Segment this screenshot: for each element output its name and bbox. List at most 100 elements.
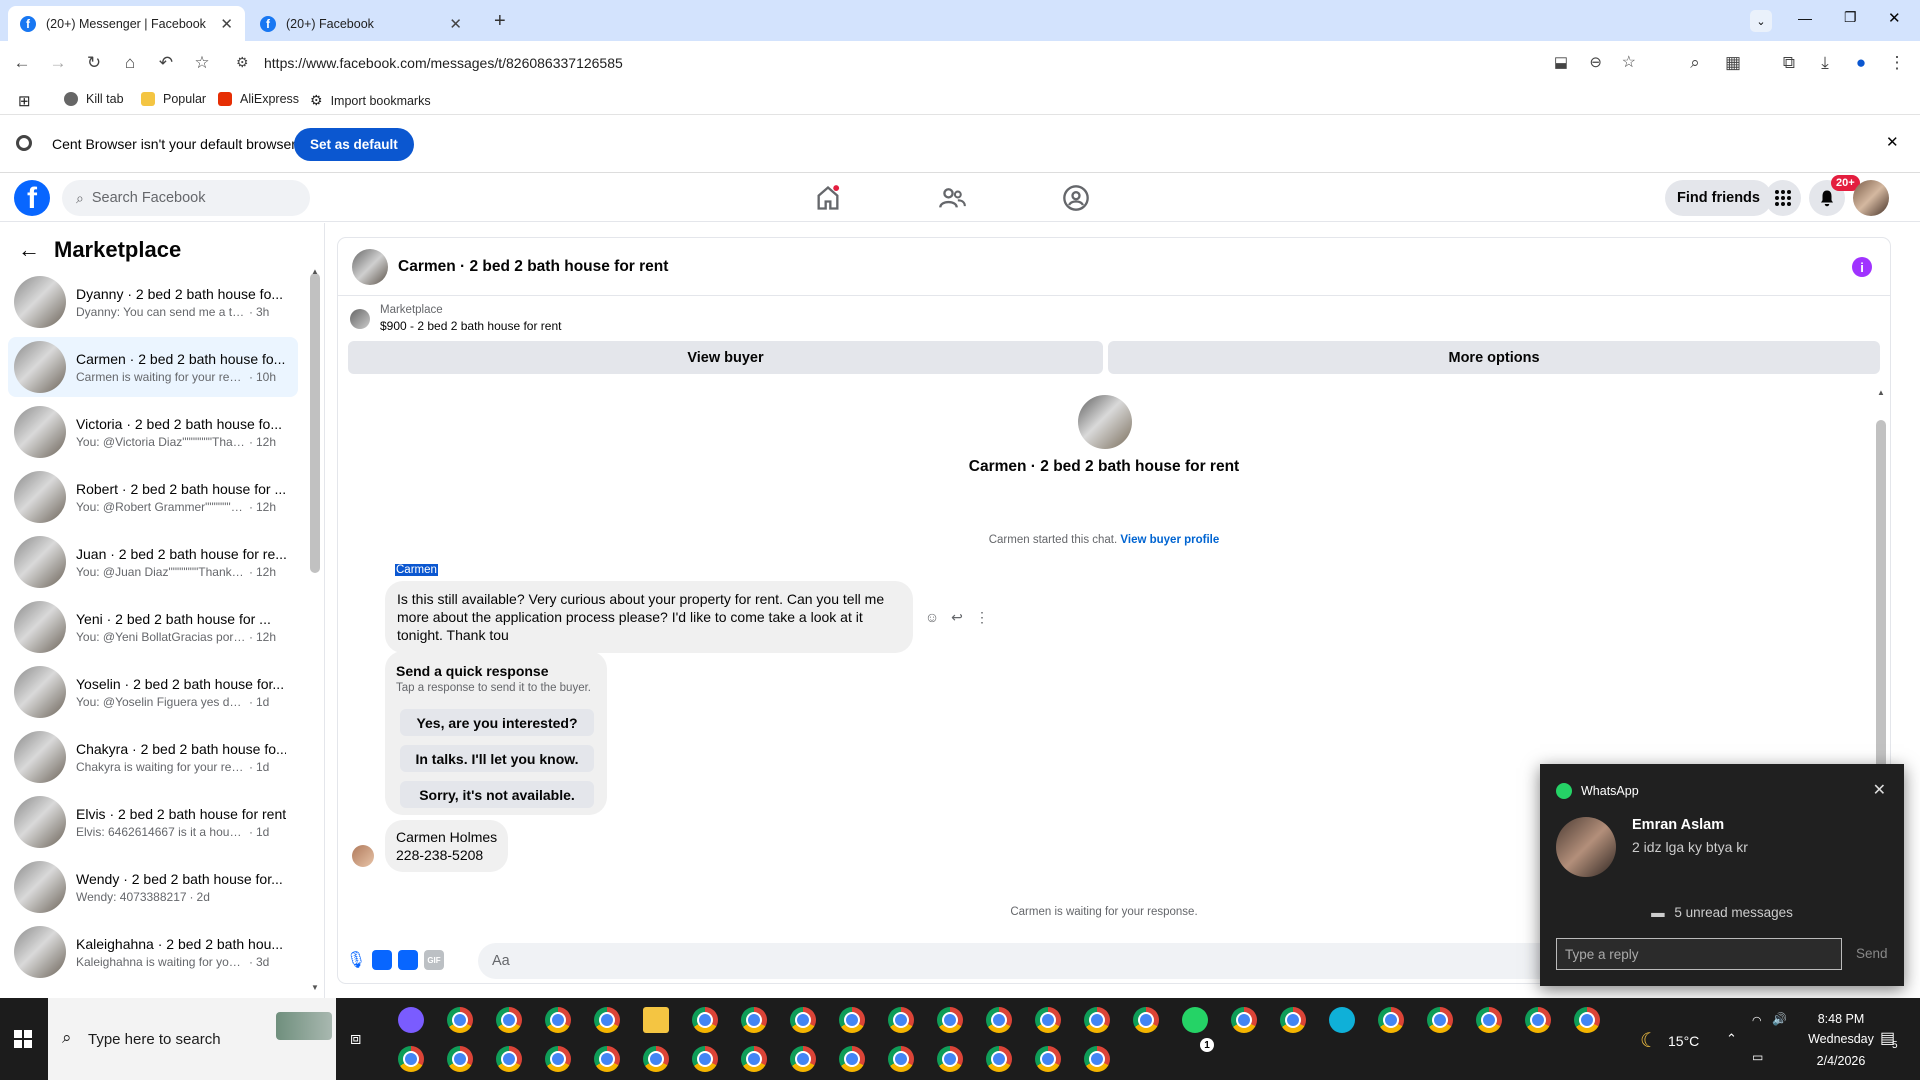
chat-avatar[interactable] bbox=[352, 248, 388, 285]
search-facebook-input[interactable]: ⌕ Search Facebook bbox=[62, 180, 310, 216]
whatsapp-notification[interactable]: WhatsApp ✕ Emran Aslam 2 idz lga ky btya… bbox=[1540, 764, 1904, 986]
chrome-icon[interactable] bbox=[692, 1046, 718, 1072]
chrome-icon[interactable] bbox=[447, 1007, 473, 1033]
search-highlight-image[interactable] bbox=[276, 1012, 332, 1040]
chrome-icon[interactable] bbox=[1280, 1007, 1306, 1033]
close-tab-icon[interactable]: ✕ bbox=[220, 15, 233, 33]
conversation-item[interactable]: Wendy · 2 bed 2 bath house for... Wendy: … bbox=[8, 857, 298, 917]
groups-nav-icon[interactable] bbox=[1062, 184, 1090, 212]
sticker-icon[interactable] bbox=[398, 950, 418, 970]
chrome-icon[interactable] bbox=[496, 1007, 522, 1033]
conversation-item[interactable]: Kaleighahna · 2 bed 2 bath hou... Kaleigh… bbox=[8, 922, 298, 982]
more-options-button[interactable]: More options bbox=[1108, 341, 1880, 374]
back-icon[interactable]: ← bbox=[10, 51, 34, 75]
back-arrow-icon[interactable]: ← bbox=[18, 237, 40, 263]
tab-facebook[interactable]: f (20+) Facebook ✕ bbox=[248, 6, 474, 41]
chrome-icon[interactable] bbox=[839, 1007, 865, 1033]
more-actions-icon[interactable]: ⋮ bbox=[973, 608, 991, 626]
site-info-icon[interactable]: ⚙ bbox=[236, 54, 249, 71]
chrome-icon[interactable] bbox=[594, 1046, 620, 1072]
menu-kebab-icon[interactable]: ⋮ bbox=[1885, 51, 1909, 75]
find-friends-button[interactable]: Find friends bbox=[1665, 180, 1772, 216]
chrome-icon[interactable] bbox=[1378, 1007, 1404, 1033]
clock-day[interactable]: Wednesday bbox=[1796, 1032, 1886, 1046]
tab-messenger[interactable]: f (20+) Messenger | Facebook ✕ bbox=[8, 6, 245, 41]
bookmark-page-star-icon[interactable]: ☆ bbox=[1622, 52, 1636, 72]
chrome-icon[interactable] bbox=[937, 1007, 963, 1033]
set-as-default-button[interactable]: Set as default bbox=[294, 128, 414, 161]
scroll-down-icon[interactable]: ▼ bbox=[311, 983, 319, 992]
whatsapp-icon[interactable] bbox=[1182, 1007, 1208, 1033]
file-explorer-icon[interactable] bbox=[643, 1007, 669, 1033]
chrome-icon[interactable] bbox=[692, 1007, 718, 1033]
bookmark-import[interactable]: ⚙ Import bookmarks bbox=[310, 92, 431, 109]
zoom-icon[interactable]: ⊖ bbox=[1589, 53, 1602, 71]
chrome-icon[interactable] bbox=[545, 1046, 571, 1072]
message-bubble[interactable]: Is this still available? Very curious ab… bbox=[385, 581, 913, 653]
close-tab-icon[interactable]: ✕ bbox=[449, 15, 462, 33]
chrome-icon[interactable] bbox=[1476, 1007, 1502, 1033]
windows-start-icon[interactable] bbox=[14, 1030, 32, 1048]
close-notification-icon[interactable]: ✕ bbox=[1873, 780, 1886, 800]
chrome-icon[interactable] bbox=[986, 1007, 1012, 1033]
friends-nav-icon[interactable] bbox=[938, 184, 966, 212]
chrome-icon[interactable] bbox=[1231, 1007, 1257, 1033]
network-icon[interactable]: ◠ bbox=[1752, 1014, 1762, 1027]
conversation-item[interactable]: Robert · 2 bed 2 bath house for ... You: … bbox=[8, 467, 298, 527]
conversation-item[interactable]: Chakyra · 2 bed 2 bath house fo... Chakyr… bbox=[8, 727, 298, 787]
photo-icon[interactable] bbox=[372, 950, 392, 970]
chrome-icon[interactable] bbox=[937, 1046, 963, 1072]
chrome-icon[interactable] bbox=[545, 1007, 571, 1033]
chrome-icon[interactable] bbox=[1427, 1007, 1453, 1033]
chrome-icon[interactable] bbox=[839, 1046, 865, 1072]
chrome-icon[interactable] bbox=[790, 1046, 816, 1072]
bookmark-star-icon[interactable]: ☆ bbox=[190, 51, 214, 75]
chrome-icon[interactable] bbox=[447, 1046, 473, 1072]
chrome-icon[interactable] bbox=[594, 1007, 620, 1033]
reply-input[interactable]: Type a reply bbox=[1556, 938, 1842, 970]
reload-icon[interactable]: ↻ bbox=[82, 51, 106, 75]
show-hidden-icons-icon[interactable]: ⌃ bbox=[1726, 1031, 1737, 1047]
facebook-logo-icon[interactable]: f bbox=[14, 180, 50, 216]
install-app-icon[interactable]: ⬓ bbox=[1554, 53, 1568, 71]
bookmark-kill-tab[interactable]: Kill tab bbox=[64, 92, 124, 106]
battery-icon[interactable]: ▭ bbox=[1752, 1050, 1763, 1064]
new-tab-button[interactable]: + bbox=[494, 10, 506, 33]
clock-date[interactable]: 2/4/2026 bbox=[1796, 1054, 1886, 1068]
undo-close-icon[interactable]: ↶ bbox=[154, 51, 178, 75]
chrome-icon[interactable] bbox=[1574, 1007, 1600, 1033]
close-infobar-icon[interactable]: ✕ bbox=[1886, 133, 1899, 151]
edge-icon[interactable] bbox=[1329, 1007, 1355, 1033]
conversation-item[interactable]: Yeni · 2 bed 2 bath house for ... You: @Y… bbox=[8, 597, 298, 657]
microphone-icon[interactable]: 🎙 bbox=[346, 950, 366, 970]
chrome-icon[interactable] bbox=[1133, 1007, 1159, 1033]
conversation-item[interactable]: Elvis · 2 bed 2 bath house for rent Elvis… bbox=[8, 792, 298, 852]
chrome-icon[interactable] bbox=[1525, 1007, 1551, 1033]
view-buyer-button[interactable]: View buyer bbox=[348, 341, 1103, 374]
search-icon[interactable]: ⌕ bbox=[1683, 51, 1707, 75]
bookmark-popular[interactable]: Popular bbox=[141, 92, 206, 106]
chrome-icon[interactable] bbox=[790, 1007, 816, 1033]
forward-icon[interactable]: → bbox=[46, 51, 70, 75]
profile-avatar[interactable] bbox=[1853, 180, 1889, 216]
profile-icon[interactable]: ● bbox=[1849, 51, 1873, 75]
minimize-icon[interactable]: — bbox=[1798, 10, 1812, 26]
send-button[interactable]: Send bbox=[1856, 946, 1888, 961]
scroll-up-icon[interactable]: ▲ bbox=[1877, 388, 1885, 397]
chrome-icon[interactable] bbox=[1084, 1007, 1110, 1033]
weather-temperature[interactable]: 15°C bbox=[1668, 1033, 1699, 1049]
quick-response-in-talks-button[interactable]: In talks. I'll let you know. bbox=[400, 745, 594, 772]
chrome-icon[interactable] bbox=[1084, 1046, 1110, 1072]
conversation-item[interactable]: Yoselin · 2 bed 2 bath house for... You: … bbox=[8, 662, 298, 722]
apps-grid-icon[interactable]: ⊞ bbox=[18, 92, 31, 110]
quick-response-not-available-button[interactable]: Sorry, it's not available. bbox=[400, 781, 594, 808]
conversation-item[interactable]: Carmen · 2 bed 2 bath house fo... Carmen … bbox=[8, 337, 298, 397]
chrome-icon[interactable] bbox=[888, 1007, 914, 1033]
chrome-icon[interactable] bbox=[986, 1046, 1012, 1072]
close-window-icon[interactable]: ✕ bbox=[1888, 9, 1901, 27]
reply-icon[interactable]: ↩ bbox=[948, 608, 966, 626]
chrome-icon[interactable] bbox=[741, 1046, 767, 1072]
chrome-icon[interactable] bbox=[1035, 1007, 1061, 1033]
qr-code-icon[interactable]: ▦ bbox=[1721, 51, 1745, 75]
address-bar[interactable]: ⚙ https://www.facebook.com/messages/t/82… bbox=[232, 45, 1670, 81]
